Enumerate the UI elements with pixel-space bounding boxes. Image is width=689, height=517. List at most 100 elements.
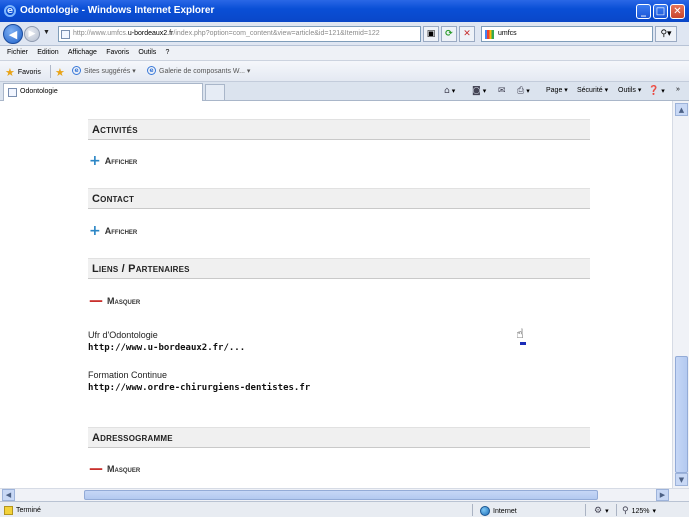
add-favorite-icon: ★ — [55, 66, 65, 79]
menu-item-outils[interactable]: Outils — [138, 46, 156, 56]
title-bar: e Odontologie - Windows Internet Explore… — [0, 0, 689, 22]
hand-cursor-icon: ☝ — [516, 327, 526, 345]
zoom-level: 125% — [631, 507, 650, 515]
window-title: Odontologie - Windows Internet Explorer — [20, 5, 215, 16]
history-dropdown-icon[interactable]: ▼ — [43, 29, 50, 36]
suggested-sites-button[interactable]: e Sites suggérés ▾ — [72, 66, 136, 75]
help-button[interactable]: ❓ ▾ — [648, 86, 665, 96]
scroll-left-icon[interactable]: ◀ — [2, 489, 15, 501]
suggested-sites-label: Sites suggérés ▾ — [84, 67, 136, 75]
tab-page-icon — [8, 88, 17, 97]
link-label: Formation Continue — [88, 370, 168, 380]
rss-icon: ◙ — [472, 86, 481, 96]
toggle-label: Afficher — [104, 156, 138, 166]
forward-button[interactable]: ▶ — [24, 26, 40, 42]
page-menu-button[interactable]: Page ▾ — [546, 86, 568, 94]
toggle-activities[interactable]: + Afficher — [89, 153, 138, 169]
menu-bar: Fichier Edition Affichage Favoris Outils… — [0, 46, 689, 61]
security-menu-button[interactable]: Sécurité ▾ — [577, 86, 608, 94]
url-suffix: /index.php?option=com_content&view=artic… — [173, 30, 380, 37]
url-prefix: http://www.umfcs. — [73, 30, 128, 37]
settings-icon: ⚙ — [594, 506, 603, 516]
scroll-down-icon[interactable]: ▼ — [675, 473, 688, 486]
refresh-icon[interactable]: ⟳ — [441, 26, 457, 42]
google-icon — [485, 30, 494, 39]
menu-item-fichier[interactable]: Fichier — [7, 46, 28, 56]
plus-icon: + — [89, 223, 101, 239]
toggle-links[interactable]: — Masquer — [89, 293, 141, 309]
partner-link[interactable]: http://www.ordre-chirurgiens-dentistes.f… — [88, 383, 310, 393]
toggle-adressogramme[interactable]: — Masquer — [89, 461, 141, 477]
vertical-scroll-thumb[interactable] — [675, 356, 688, 473]
zoom-button[interactable]: ⚲ 125% ▾ — [622, 506, 656, 516]
partner-link[interactable]: http://www.u-bordeaux2.fr/... — [88, 343, 245, 353]
tab-odontologie[interactable]: Odontologie — [3, 83, 203, 101]
feeds-button[interactable]: ◙ ▾ — [472, 86, 486, 96]
horizontal-scrollbar[interactable]: ◀ ▶ — [0, 488, 689, 501]
menu-item-favoris[interactable]: Favoris — [106, 46, 129, 56]
stop-icon[interactable]: ✕ — [459, 26, 475, 42]
url-input[interactable]: http://www.umfcs.u-bordeaux2.fr/index.ph… — [58, 26, 421, 42]
web-slice-gallery-button[interactable]: e Galerie de composants W... ▾ — [147, 66, 250, 75]
protected-mode-button[interactable]: ⚙ ▾ — [594, 506, 609, 516]
security-zone[interactable]: Internet — [480, 506, 517, 516]
scroll-up-icon[interactable]: ▲ — [675, 103, 688, 116]
new-tab-button[interactable] — [205, 84, 225, 100]
plus-icon: + — [89, 153, 101, 169]
page-icon — [61, 30, 70, 39]
menu-item-edition[interactable]: Edition — [37, 46, 58, 56]
section-heading-contact: Contact — [88, 188, 590, 209]
menu-item-help[interactable]: ? — [166, 46, 170, 56]
print-button[interactable]: ⎙ ▾ — [517, 86, 530, 96]
ie-logo-icon: e — [4, 5, 16, 17]
web-slice-gallery-label: Galerie de composants W... ▾ — [159, 67, 251, 75]
tab-bar: Odontologie ⌂ ▾ ◙ ▾ ✉ ⎙ ▾ Page ▾ Sécurité ▾… — [0, 82, 689, 101]
search-value: umfcs — [498, 30, 517, 37]
minus-icon: — — [89, 293, 103, 309]
help-icon: ❓ — [648, 86, 660, 96]
page-content: Activités + Afficher Contact + Afficher … — [0, 101, 672, 488]
tab-label: Odontologie — [20, 88, 58, 95]
mail-icon: ✉ — [498, 86, 506, 96]
back-button[interactable]: ◀ — [3, 24, 23, 44]
search-button[interactable]: ⚲▾ — [655, 26, 677, 42]
compatibility-view-icon[interactable]: ▣ — [423, 26, 439, 42]
menu-item-affichage[interactable]: Affichage — [68, 46, 97, 56]
toggle-label: Afficher — [104, 226, 138, 236]
globe-icon — [480, 506, 490, 516]
link-label: Ufr d'Odontologie — [88, 330, 158, 340]
printer-icon: ⎙ — [517, 86, 525, 96]
maximize-button[interactable]: □ — [653, 4, 668, 19]
scroll-right-icon[interactable]: ▶ — [656, 489, 669, 501]
ie-page-icon: e — [147, 66, 156, 75]
horizontal-scroll-thumb[interactable] — [84, 490, 598, 500]
toggle-label: Masquer — [107, 296, 141, 306]
star-icon: ★ — [5, 66, 15, 79]
favorites-button[interactable]: ★ Favoris — [5, 66, 41, 79]
minimize-button[interactable]: _ — [636, 4, 651, 19]
toggle-label: Masquer — [107, 464, 141, 474]
status-text: Terminé — [16, 507, 41, 514]
favorites-bar: ★ Favoris ★ e Sites suggérés ▾ e Galerie… — [0, 61, 689, 82]
favorites-label: Favoris — [17, 69, 41, 76]
section-heading-adressogramme: Adressogramme — [88, 427, 590, 448]
mail-button[interactable]: ✉ — [498, 86, 506, 96]
status-bar: Terminé Internet ⚙ ▾ ⚲ 125% ▾ — [0, 501, 689, 517]
close-button[interactable]: ✕ — [670, 4, 685, 19]
more-commands-button[interactable]: » — [676, 86, 680, 93]
zoom-icon: ⚲ — [622, 506, 629, 516]
section-heading-links: Liens / Partenaires — [88, 258, 590, 279]
url-host: u-bordeaux2.fr — [127, 30, 174, 37]
page-status-icon — [4, 506, 13, 515]
vertical-scrollbar[interactable]: ▲ ▼ — [672, 101, 689, 488]
toggle-contact[interactable]: + Afficher — [89, 223, 138, 239]
zone-label: Internet — [493, 507, 517, 515]
home-icon: ⌂ — [444, 86, 450, 96]
section-heading-activities: Activités — [88, 119, 590, 140]
add-favorite-button[interactable]: ★ — [55, 66, 65, 79]
search-input[interactable]: umfcs — [481, 26, 653, 42]
minus-icon: — — [89, 461, 103, 477]
home-button[interactable]: ⌂ ▾ — [444, 86, 455, 96]
tools-menu-button[interactable]: Outils ▾ — [618, 86, 641, 94]
address-bar: ◀ ▶ ▼ http://www.umfcs.u-bordeaux2.fr/in… — [0, 22, 689, 46]
